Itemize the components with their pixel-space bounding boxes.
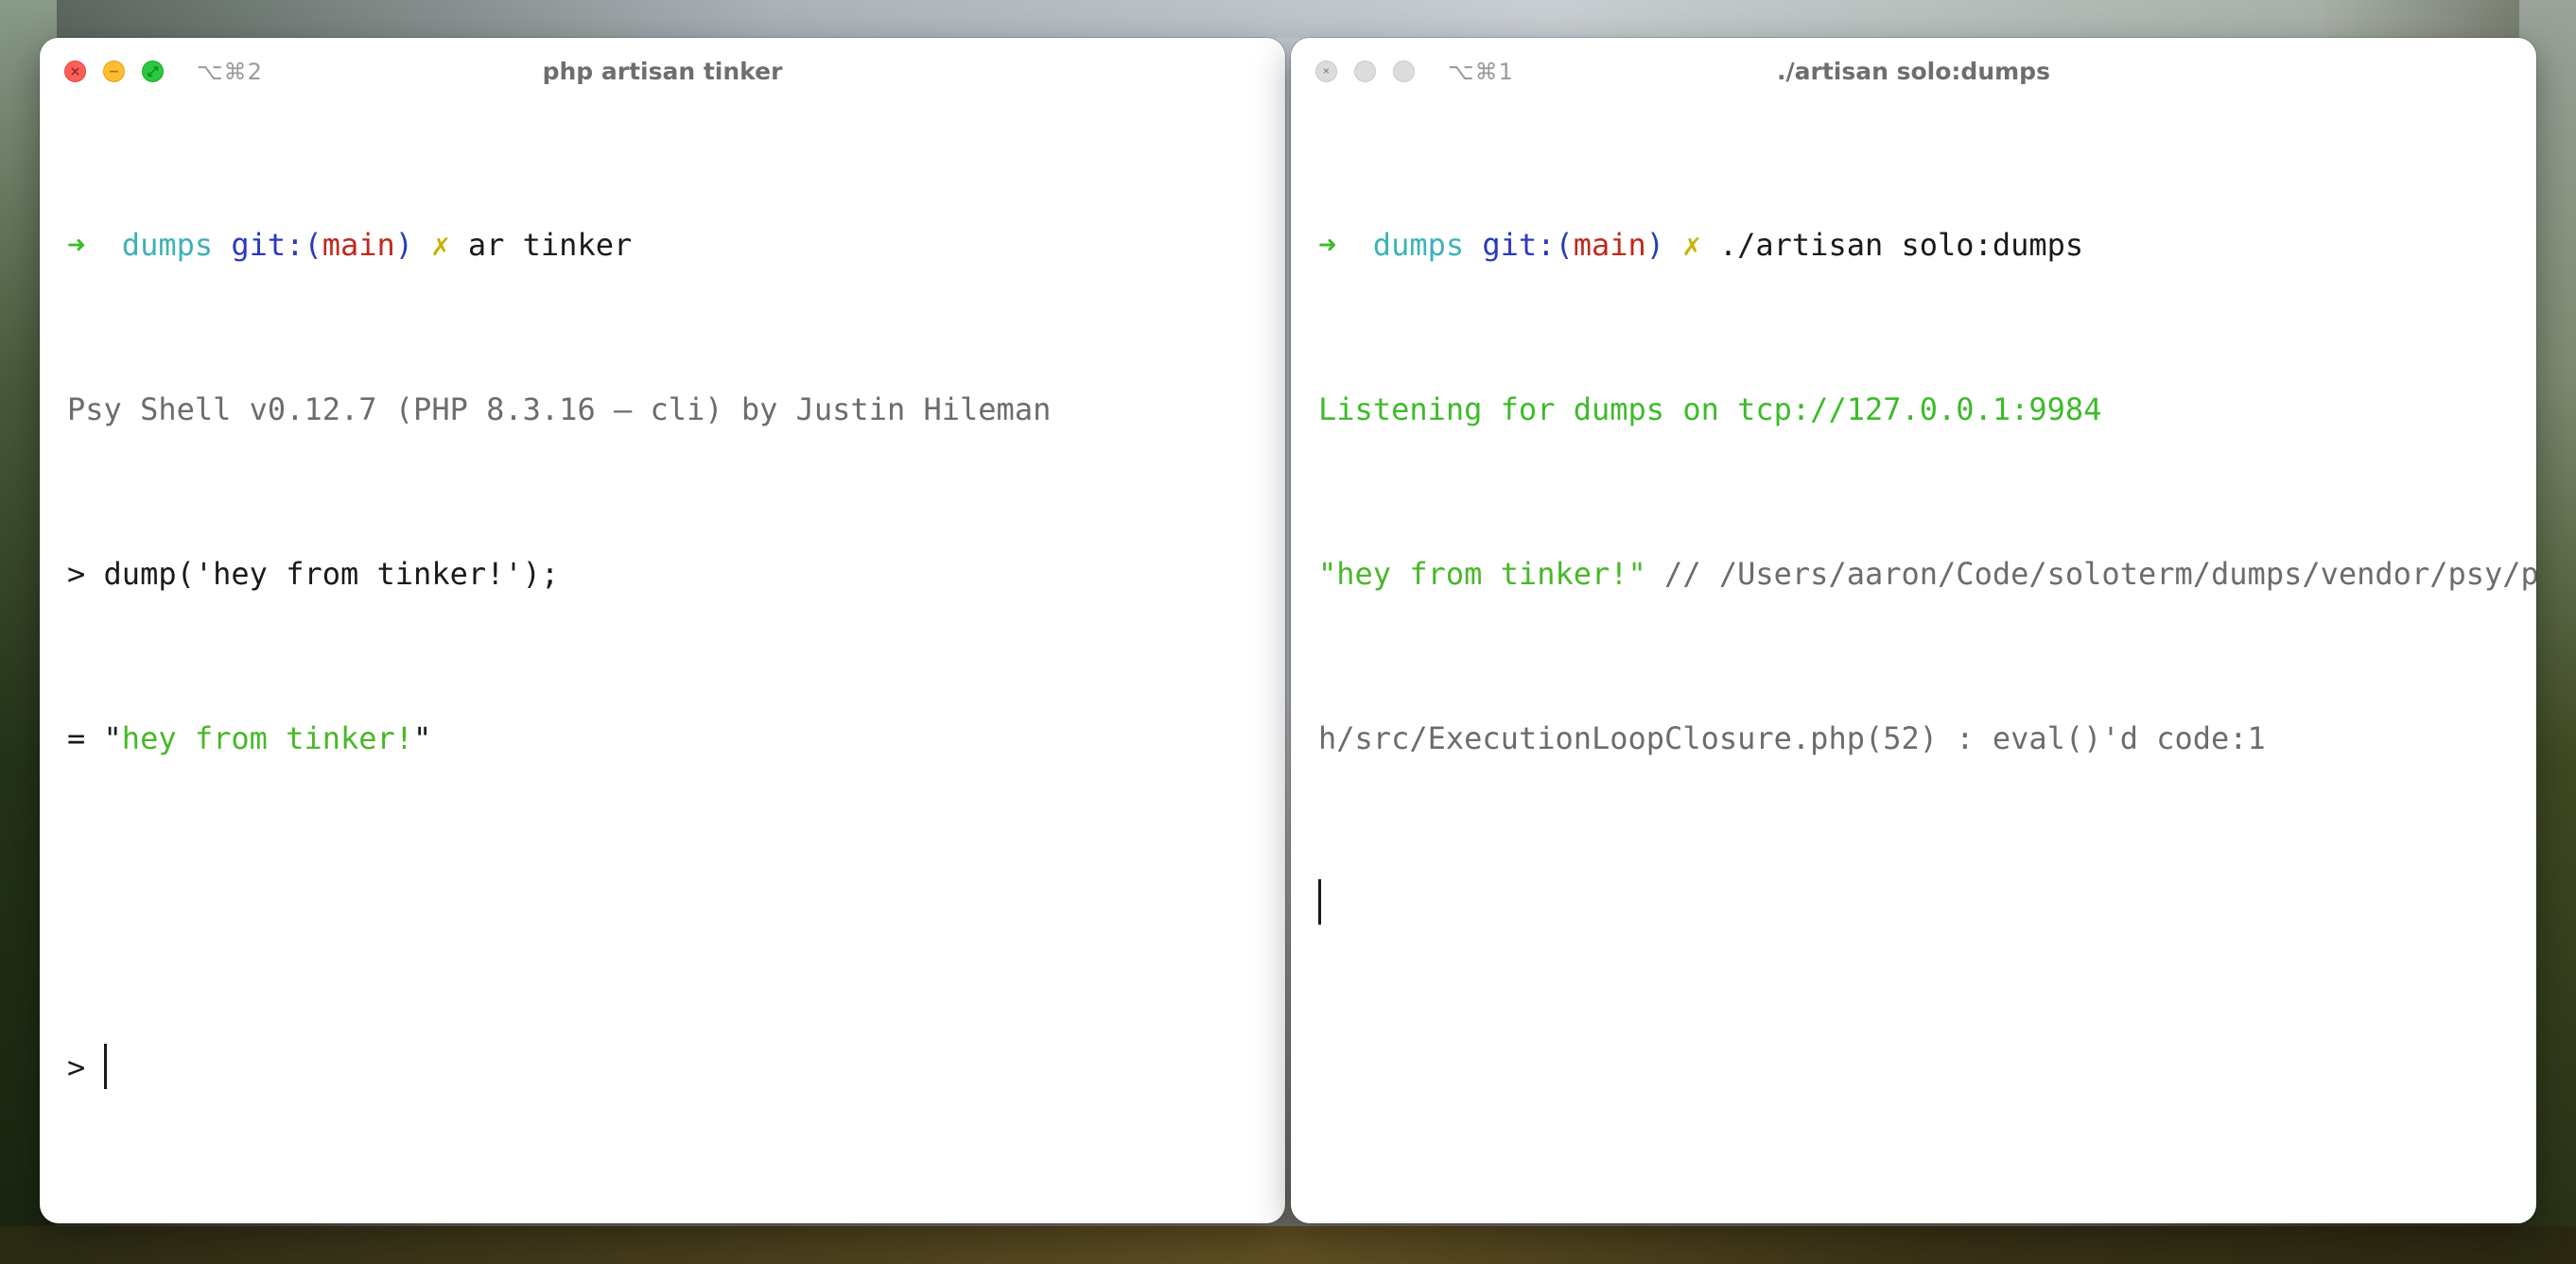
terminal-output[interactable]: ➜ dumps git:(main) ✗ ./artisan solo:dump… <box>1318 108 2536 1223</box>
tinker-next-prompt: > <box>67 1049 86 1085</box>
tinker-prompt: > <box>67 556 86 592</box>
active-line[interactable] <box>1318 875 2517 930</box>
result-value: hey from tinker! <box>121 720 414 756</box>
dirty-icon: ✗ <box>1682 227 1701 263</box>
dirty-icon: ✗ <box>431 227 450 263</box>
dump-source-part1: // /Users/aaron/Code/soloterm/dumps/vend… <box>1645 556 2536 592</box>
text-cursor <box>1318 879 1321 925</box>
window-title: php artisan tinker <box>542 58 783 85</box>
prompt-command: ./artisan solo:dumps <box>1718 227 2084 263</box>
psysh-banner: Psy Shell v0.12.7 (PHP 8.3.16 — cli) by … <box>67 391 1052 427</box>
shell-prompt-line: ➜ dumps git:(main) ✗ ar tinker <box>67 217 1266 272</box>
tinker-input-code: dump('hey from tinker!'); <box>103 556 560 592</box>
window-titlebar[interactable]: × − ⤢ ⌥⌘2 php artisan tinker <box>40 38 1285 108</box>
dump-source-part2: h/src/ExecutionLoopClosure.php(52) : eva… <box>1318 720 2266 756</box>
result-suffix: " <box>413 720 432 756</box>
listening-message: Listening for dumps on tcp://127.0.0.1:9… <box>1318 391 2102 427</box>
shell-prompt-line: ➜ dumps git:(main) ✗ ./artisan solo:dump… <box>1318 217 2517 272</box>
dump-line-1: "hey from tinker!" // /Users/aaron/Code/… <box>1318 546 2536 601</box>
result-prefix: = " <box>67 720 122 756</box>
window-titlebar[interactable]: × ⌥⌘1 ./artisan solo:dumps <box>1291 38 2536 108</box>
prompt-git-prefix: git:( <box>231 227 322 263</box>
prompt-command: ar tinker <box>467 227 633 263</box>
terminal-window-dumps[interactable]: × ⌥⌘1 ./artisan solo:dumps ➜ dumps git:(… <box>1291 38 2536 1223</box>
prompt-branch: main <box>1573 227 1646 263</box>
desktop-wallpaper-sky <box>0 0 2576 38</box>
tinker-active-prompt[interactable]: > <box>67 1040 1266 1095</box>
terminal-output[interactable]: ➜ dumps git:(main) ✗ ar tinker Psy Shell… <box>67 108 1266 1223</box>
prompt-arrow-icon: ➜ <box>1318 227 1337 263</box>
prompt-dir: dumps <box>121 227 214 263</box>
tinker-result-line: = "hey from tinker!" <box>67 711 1266 766</box>
prompt-branch: main <box>322 227 395 263</box>
prompt-arrow-icon: ➜ <box>67 227 86 263</box>
window-title: ./artisan solo:dumps <box>1777 58 2050 85</box>
text-cursor <box>103 1044 107 1089</box>
prompt-dir: dumps <box>1372 227 1465 263</box>
prompt-git-prefix: git:( <box>1482 227 1574 263</box>
desktop-wallpaper-bottom <box>0 1226 2576 1264</box>
tinker-input-line: > dump('hey from tinker!'); <box>67 546 1266 601</box>
prompt-git-suffix: ) <box>1645 227 1665 263</box>
terminal-window-tinker[interactable]: × − ⤢ ⌥⌘2 php artisan tinker ➜ dumps git… <box>40 38 1285 1223</box>
prompt-git-suffix: ) <box>394 227 414 263</box>
dump-value: "hey from tinker!" <box>1318 556 1646 592</box>
